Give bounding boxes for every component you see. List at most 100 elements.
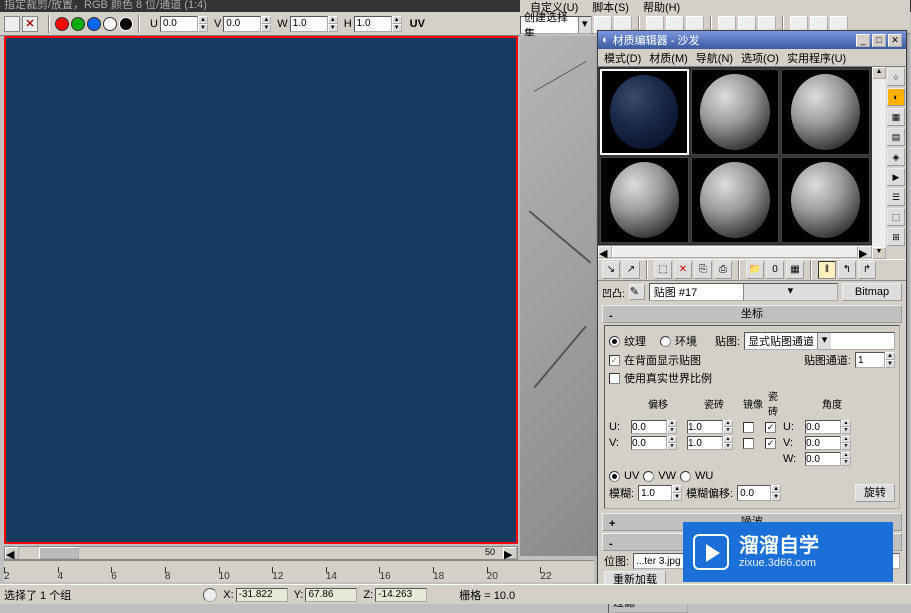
- get-material-icon[interactable]: ↘: [602, 261, 620, 279]
- menu-nav[interactable]: 导航(N): [696, 50, 733, 66]
- vw-label: VW: [658, 470, 676, 482]
- menu-options[interactable]: 选项(O): [741, 50, 779, 66]
- ruler-tick: 2: [4, 571, 58, 582]
- material-slot-1[interactable]: [600, 69, 689, 155]
- material-slot-2[interactable]: [691, 69, 780, 155]
- ruler-tick: 8: [165, 571, 219, 582]
- v-mirror-check[interactable]: [743, 438, 754, 449]
- w-input[interactable]: [290, 16, 328, 32]
- maximize-icon[interactable]: □: [872, 34, 886, 47]
- map-name-combo[interactable]: 贴图 #17▾: [649, 283, 838, 301]
- vw-radio[interactable]: [643, 471, 654, 482]
- lock-icon[interactable]: [203, 588, 217, 602]
- options-icon[interactable]: ☰: [887, 188, 905, 206]
- material-editor-titlebar[interactable]: ◐ 材质编辑器 - 沙发 _ □ ✕: [598, 31, 906, 49]
- viewport-h-scroll[interactable]: ◀50▶: [4, 546, 518, 560]
- v-input[interactable]: [223, 16, 261, 32]
- crop-viewport[interactable]: [4, 36, 518, 544]
- backlight-icon[interactable]: ◐: [887, 88, 905, 106]
- background-icon[interactable]: ▦: [887, 108, 905, 126]
- menu-mode[interactable]: 模式(D): [604, 50, 641, 66]
- u-input[interactable]: [160, 16, 198, 32]
- u-tile-check[interactable]: [765, 422, 776, 433]
- u-angle-spin[interactable]: ▲▼: [805, 420, 859, 434]
- sample-uv-icon[interactable]: ▤: [887, 128, 905, 146]
- w-angle-spin[interactable]: ▲▼: [805, 452, 859, 466]
- slots-h-scroll[interactable]: ◀▶: [598, 245, 872, 259]
- h-spinner[interactable]: ▲▼: [354, 16, 402, 32]
- assign-to-sel-icon[interactable]: ⬚: [654, 261, 672, 279]
- swatch-blue[interactable]: [87, 17, 101, 31]
- perspective-viewport-strip[interactable]: [520, 36, 600, 556]
- z-coord-input[interactable]: [375, 588, 427, 602]
- close-icon[interactable]: ✕: [888, 34, 902, 47]
- material-editor-title: 材质编辑器 - 沙发: [613, 32, 700, 48]
- wu-radio[interactable]: [680, 471, 691, 482]
- blur-spinner[interactable]: ▲▼: [638, 485, 682, 501]
- reset-map-icon[interactable]: ✕: [674, 261, 692, 279]
- x-coord-input[interactable]: [236, 588, 288, 602]
- w-spinner[interactable]: ▲▼: [290, 16, 338, 32]
- print-icon[interactable]: [4, 16, 20, 32]
- material-slot-5[interactable]: [691, 157, 780, 243]
- make-unique-icon[interactable]: ⎙: [714, 261, 732, 279]
- uv-label: UV: [624, 470, 639, 482]
- u-tile-spin[interactable]: ▲▼: [687, 420, 741, 434]
- matid-icon[interactable]: ⊞: [887, 228, 905, 246]
- swatch-green[interactable]: [71, 17, 85, 31]
- slots-v-scroll[interactable]: ▲▼: [872, 67, 886, 259]
- v-tile-check[interactable]: [765, 438, 776, 449]
- bluroff-spinner[interactable]: ▲▼: [737, 485, 781, 501]
- show-in-vp-icon[interactable]: ▦: [786, 261, 804, 279]
- map-type-button[interactable]: Bitmap: [842, 283, 902, 301]
- rollout-coords-header[interactable]: -坐标: [602, 305, 902, 323]
- y-coord-input[interactable]: [305, 588, 357, 602]
- uv-radio[interactable]: [609, 471, 620, 482]
- menu-help[interactable]: 帮助(H): [643, 0, 680, 15]
- video-check-icon[interactable]: ◈: [887, 148, 905, 166]
- map-channel-spinner[interactable]: ▲▼: [855, 352, 895, 368]
- v-tile-spin[interactable]: ▲▼: [687, 436, 741, 450]
- mapping-combo[interactable]: 显式贴图通道▾: [744, 332, 895, 350]
- menu-util[interactable]: 实用程序(U): [787, 50, 846, 66]
- material-slot-4[interactable]: [600, 157, 689, 243]
- close-x-icon[interactable]: ✕: [22, 16, 38, 32]
- go-sibling-icon[interactable]: ↱: [858, 261, 876, 279]
- show-back-check[interactable]: [609, 355, 620, 366]
- put-to-lib-icon[interactable]: 📁: [746, 261, 764, 279]
- u-offset-spin[interactable]: ▲▼: [631, 420, 685, 434]
- show-end-result-icon[interactable]: ‖: [818, 261, 836, 279]
- select-by-mat-icon[interactable]: ⬚: [887, 208, 905, 226]
- crop-viewport-wrap: [4, 36, 518, 544]
- v-offset-spin[interactable]: ▲▼: [631, 436, 685, 450]
- material-slot-3[interactable]: [781, 69, 870, 155]
- realworld-check[interactable]: [609, 373, 620, 384]
- go-parent-icon[interactable]: ↰: [838, 261, 856, 279]
- timeline-ruler[interactable]: 246810121416182022: [4, 560, 594, 582]
- make-preview-icon[interactable]: ▶: [887, 168, 905, 186]
- play-icon: [693, 534, 729, 570]
- eyedropper-icon[interactable]: ✎: [629, 284, 645, 300]
- swatch-red[interactable]: [55, 17, 69, 31]
- sample-type-icon[interactable]: ○: [887, 68, 905, 86]
- u-spinner[interactable]: ▲▼: [160, 16, 208, 32]
- menu-script[interactable]: 脚本(S): [592, 0, 629, 15]
- show-back-label: 在背面显示贴图: [624, 352, 701, 368]
- menu-material[interactable]: 材质(M): [649, 50, 688, 66]
- rotate-button[interactable]: 旋转: [855, 484, 895, 502]
- v-spinner[interactable]: ▲▼: [223, 16, 271, 32]
- material-slot-6[interactable]: [781, 157, 870, 243]
- v-angle-spin[interactable]: ▲▼: [805, 436, 859, 450]
- selection-set-combo[interactable]: 创建选择集▾: [520, 16, 592, 34]
- texture-radio[interactable]: [609, 336, 620, 347]
- swatch-black[interactable]: [119, 17, 133, 31]
- minimize-icon[interactable]: _: [856, 34, 870, 47]
- h-input[interactable]: [354, 16, 392, 32]
- make-copy-icon[interactable]: ⎘: [694, 261, 712, 279]
- ruler-tick: 10: [219, 571, 273, 582]
- environ-radio[interactable]: [660, 336, 671, 347]
- u-mirror-check[interactable]: [743, 422, 754, 433]
- matid-channel-icon[interactable]: 0: [766, 261, 784, 279]
- put-to-scene-icon[interactable]: ↗: [622, 261, 640, 279]
- swatch-white[interactable]: [103, 17, 117, 31]
